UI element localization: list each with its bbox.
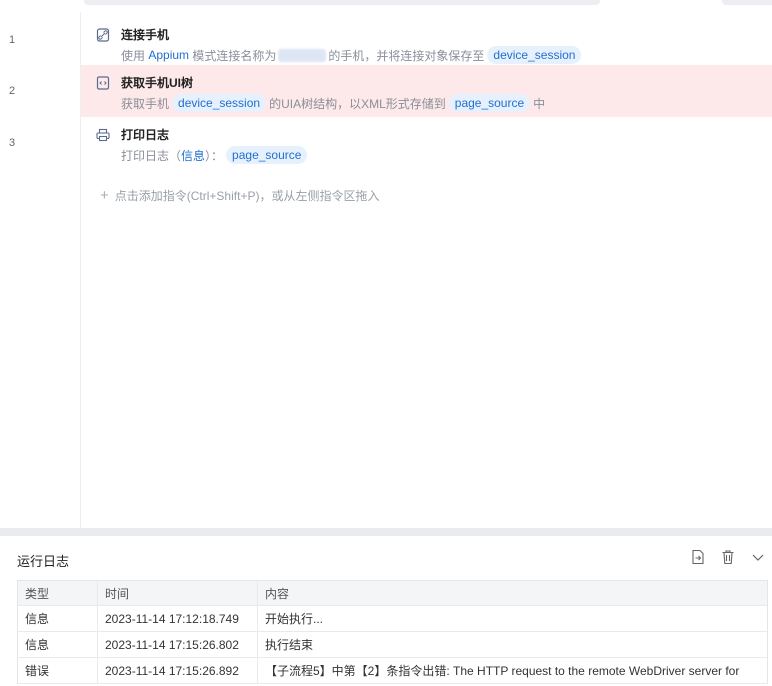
step-title: 打印日志 <box>121 128 170 142</box>
desc-text: 获取手机 <box>121 96 170 111</box>
printer-icon <box>96 127 110 142</box>
log-panel-title: 运行日志 <box>17 554 70 569</box>
desc-text: 模式连接名称为 <box>192 48 277 63</box>
cell-content: 开始执行... <box>265 612 324 626</box>
export-icon[interactable] <box>690 549 706 565</box>
log-toolbar <box>690 549 766 565</box>
desc-text: 打印日志（ <box>121 148 182 163</box>
line-number: 2 <box>9 85 16 97</box>
cell-content: 【子流程5】中第【2】条指令出错: The HTTP request to th… <box>265 664 740 678</box>
variable-chip[interactable]: device_session <box>172 94 267 112</box>
run-log-panel: 运行日志 类型 时间 内容 信息 2023-11-14 17:12:18.749… <box>0 536 772 686</box>
step-description: 使用 Appium 模式连接名称为 的手机，并将连接对象保存至 device_ses… <box>121 46 584 64</box>
variable-chip[interactable]: page_source <box>226 146 308 164</box>
variable-chip[interactable]: device_session <box>487 46 582 64</box>
cell-type: 信息 <box>18 632 98 657</box>
tab-bar-segment <box>84 0 600 5</box>
tool-name: Appium <box>148 48 190 62</box>
desc-text: ）： <box>205 148 224 163</box>
log-level: 信息 <box>181 148 206 163</box>
table-row[interactable]: 信息 2023-11-14 17:12:18.749 开始执行... <box>18 606 767 632</box>
flow-step-print-log[interactable]: 打印日志 打印日志（ 信息）： page_source <box>81 117 772 169</box>
column-header-content[interactable]: 内容 <box>258 581 767 605</box>
step-description: 打印日志（ 信息）： page_source <box>121 146 310 164</box>
step-description: 获取手机 device_session 的UIA树结构，以XML形式存储到 page_… <box>121 94 545 112</box>
flow-editor: 1 2 3 连接手机 使用 Appium 模式连接名称为 的手机，并将连接对象保存… <box>0 12 772 528</box>
cell-time: 2023-11-14 17:12:18.749 <box>98 606 258 631</box>
column-header-time[interactable]: 时间 <box>98 581 258 605</box>
table-row[interactable]: 信息 2023-11-14 17:15:26.802 执行结束 <box>18 632 767 658</box>
chevron-down-icon[interactable] <box>750 549 766 565</box>
desc-text: 的手机，并将连接对象保存至 <box>328 48 485 63</box>
flow-step-get-ui-tree[interactable]: 获取手机UI树 获取手机 device_session 的UIA树结构，以XML形式… <box>81 65 772 117</box>
desc-text: 的UIA树结构，以XML形式存储到 <box>269 96 446 111</box>
flow-step-connect-phone[interactable]: 连接手机 使用 Appium 模式连接名称为 的手机，并将连接对象保存至 devic… <box>81 17 772 69</box>
cell-type: 错误 <box>18 658 98 683</box>
table-row[interactable]: 错误 2023-11-14 17:15:26.892 【子流程5】中第【2】条指… <box>18 658 767 684</box>
redacted-device-name <box>278 48 327 62</box>
variable-chip[interactable]: page_source <box>448 94 531 112</box>
tab-bar-segment-right <box>722 0 772 5</box>
plus-icon: + <box>100 187 109 204</box>
step-title: 连接手机 <box>121 28 170 42</box>
desc-text: 使用 <box>121 48 146 63</box>
column-header-type[interactable]: 类型 <box>18 581 98 605</box>
step-title: 获取手机UI树 <box>121 76 194 90</box>
log-table-header: 类型 时间 内容 <box>18 581 767 606</box>
top-tab-strip <box>0 0 772 6</box>
code-file-icon <box>96 75 110 90</box>
add-hint-text: 点击添加指令(Ctrl+Shift+P)，或从左侧指令区拖入 <box>114 189 380 203</box>
line-number: 1 <box>9 34 16 46</box>
cell-content: 执行结束 <box>265 638 314 652</box>
line-number: 3 <box>9 137 16 149</box>
trash-icon[interactable] <box>720 549 736 565</box>
line-number-gutter: 1 2 3 <box>0 12 81 528</box>
cell-time: 2023-11-14 17:15:26.892 <box>98 658 258 683</box>
desc-text: 中 <box>533 96 546 111</box>
cell-type: 信息 <box>18 606 98 631</box>
cell-time: 2023-11-14 17:15:26.802 <box>98 632 258 657</box>
add-command-hint[interactable]: + 点击添加指令(Ctrl+Shift+P)，或从左侧指令区拖入 <box>100 187 379 204</box>
panel-splitter[interactable] <box>0 528 772 536</box>
link-icon <box>96 27 110 42</box>
log-table: 类型 时间 内容 信息 2023-11-14 17:12:18.749 开始执行… <box>17 580 768 684</box>
